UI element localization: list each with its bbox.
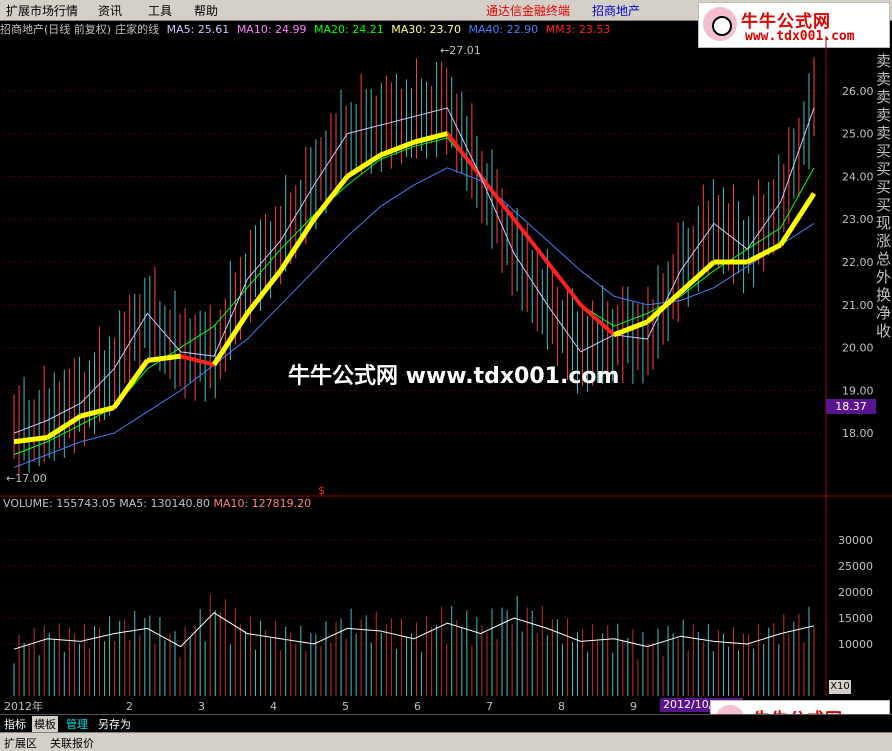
status-related-quote[interactable]: 关联报价 bbox=[50, 735, 94, 751]
ma5-label: MA5: 25.61 bbox=[166, 23, 230, 36]
price-tick-label: 18.00 bbox=[842, 427, 874, 440]
tab-indicator[interactable]: 指标 bbox=[2, 716, 28, 732]
menu-news[interactable]: 资讯 bbox=[98, 2, 122, 19]
price-tick-label: 25.00 bbox=[842, 128, 874, 141]
stock-period: 招商地产(日线 前复权) bbox=[0, 23, 112, 36]
volume-tick-label: 30000 bbox=[838, 534, 873, 547]
volume-tick-label: 15000 bbox=[838, 612, 873, 625]
label-current: 现 bbox=[876, 214, 892, 232]
low-price-annotation: ←17.00 bbox=[6, 472, 47, 485]
label-net: 净 bbox=[876, 304, 892, 322]
ma40-label: MA40: 22.90 bbox=[468, 23, 539, 36]
label-change: 涨 bbox=[876, 232, 892, 250]
menu-help[interactable]: 帮助 bbox=[194, 2, 218, 19]
date-tick-label: 9 bbox=[630, 700, 637, 713]
label-sell: 卖 bbox=[876, 70, 892, 88]
ma-line-mm3 bbox=[13, 131, 816, 444]
label-turnover: 换 bbox=[876, 286, 892, 304]
mm3-rising-segment bbox=[345, 152, 383, 179]
mm3-rising-segment bbox=[80, 405, 115, 419]
volume-scale[interactable]: X10 bbox=[829, 680, 851, 694]
menu-tools[interactable]: 工具 bbox=[148, 2, 172, 19]
quote-panel-labels: 卖 卖 卖 卖 卖 买 买 买 买 现 涨 总 外 换 净 收 bbox=[876, 52, 892, 340]
tab-template[interactable]: 模板 bbox=[32, 716, 58, 732]
mm3-rising-segment bbox=[413, 131, 448, 145]
price-tick-label: 26.00 bbox=[842, 85, 874, 98]
date-tick-label: 2012年 bbox=[4, 699, 43, 713]
label-sell: 卖 bbox=[876, 88, 892, 106]
price-tick-label: 21.00 bbox=[842, 299, 874, 312]
watermark: 牛牛公式网 www.tdx001.com bbox=[288, 364, 620, 389]
mm3-rising-segment bbox=[645, 290, 683, 324]
mm3-rising-segment bbox=[245, 269, 283, 315]
label-total: 总 bbox=[876, 250, 892, 268]
tab-manage[interactable]: 管理 bbox=[64, 716, 90, 732]
date-tick-label: 8 bbox=[558, 700, 565, 713]
volume-tick-label: 25000 bbox=[838, 560, 873, 573]
price-tick-label: 22.00 bbox=[842, 256, 874, 269]
label-buy: 买 bbox=[876, 160, 892, 178]
label-buy: 买 bbox=[876, 142, 892, 160]
volume-header: VOLUME: 155743.05 MA5: 130140.80 MA10: 1… bbox=[3, 497, 311, 510]
ma-line-ma40 bbox=[13, 167, 815, 468]
chart-header: 招商地产(日线 前复权) 庄家的线 MA5: 25.61 MA10: 24.99 … bbox=[0, 21, 892, 37]
mm3-rising-segment bbox=[111, 358, 150, 409]
formula-name: 庄家的线 bbox=[115, 23, 160, 36]
ma20-label: MA20: 24.21 bbox=[314, 23, 384, 36]
price-tick-label: 20.00 bbox=[842, 342, 874, 355]
ma30-label: MA30: 23.70 bbox=[391, 23, 461, 36]
date-tick-label: 3 bbox=[198, 700, 205, 713]
label-sell: 卖 bbox=[876, 52, 892, 70]
label-outer: 外 bbox=[876, 268, 892, 286]
status-ext-area[interactable]: 扩展区 bbox=[4, 735, 37, 751]
date-tick-label: 2 bbox=[126, 700, 133, 713]
date-tick-label: 4 bbox=[270, 700, 277, 713]
label-sell: 卖 bbox=[876, 106, 892, 124]
high-price-annotation: ←27.01 bbox=[440, 44, 481, 57]
volume-ma5: MA5: 130140.80 bbox=[119, 497, 210, 510]
tab-save-as[interactable]: 另存为 bbox=[96, 716, 133, 732]
volume-tick-label: 20000 bbox=[838, 586, 873, 599]
status-bar: 扩展区 关联报价 bbox=[0, 732, 892, 751]
terminal-title: 通达信金融终端 bbox=[486, 4, 571, 18]
date-tick-label: 6 bbox=[414, 700, 421, 713]
dollar-marker: $ bbox=[318, 484, 325, 497]
volume-value: VOLUME: 155743.05 bbox=[3, 497, 116, 510]
price-tick-label: 24.00 bbox=[842, 170, 874, 183]
label-buy: 买 bbox=[876, 196, 892, 214]
mm3-rising-segment bbox=[678, 260, 716, 294]
menu-market[interactable]: 扩展市场行情 bbox=[6, 2, 78, 19]
mm3-label: MM3: 23.53 bbox=[545, 23, 611, 36]
label-sell: 卖 bbox=[876, 124, 892, 142]
indicator-tabs: 指标 模板 管理 另存为 bbox=[0, 714, 892, 733]
stock-title: 招商地产 bbox=[592, 4, 641, 18]
label-close: 收 bbox=[876, 322, 892, 340]
date-tick-label: 5 bbox=[342, 700, 349, 713]
volume-tick-label: 10000 bbox=[838, 638, 873, 651]
price-tick-label: 19.00 bbox=[842, 384, 874, 397]
current-price-tag: 18.37 bbox=[826, 399, 876, 414]
mm3-rising-segment bbox=[147, 353, 181, 363]
volume-ma10: MA10: 127819.20 bbox=[213, 497, 312, 510]
ma10-label: MA10: 24.99 bbox=[236, 23, 307, 36]
label-buy: 买 bbox=[876, 178, 892, 196]
date-tick-label: 7 bbox=[486, 700, 493, 713]
price-tick-label: 23.00 bbox=[842, 213, 874, 226]
